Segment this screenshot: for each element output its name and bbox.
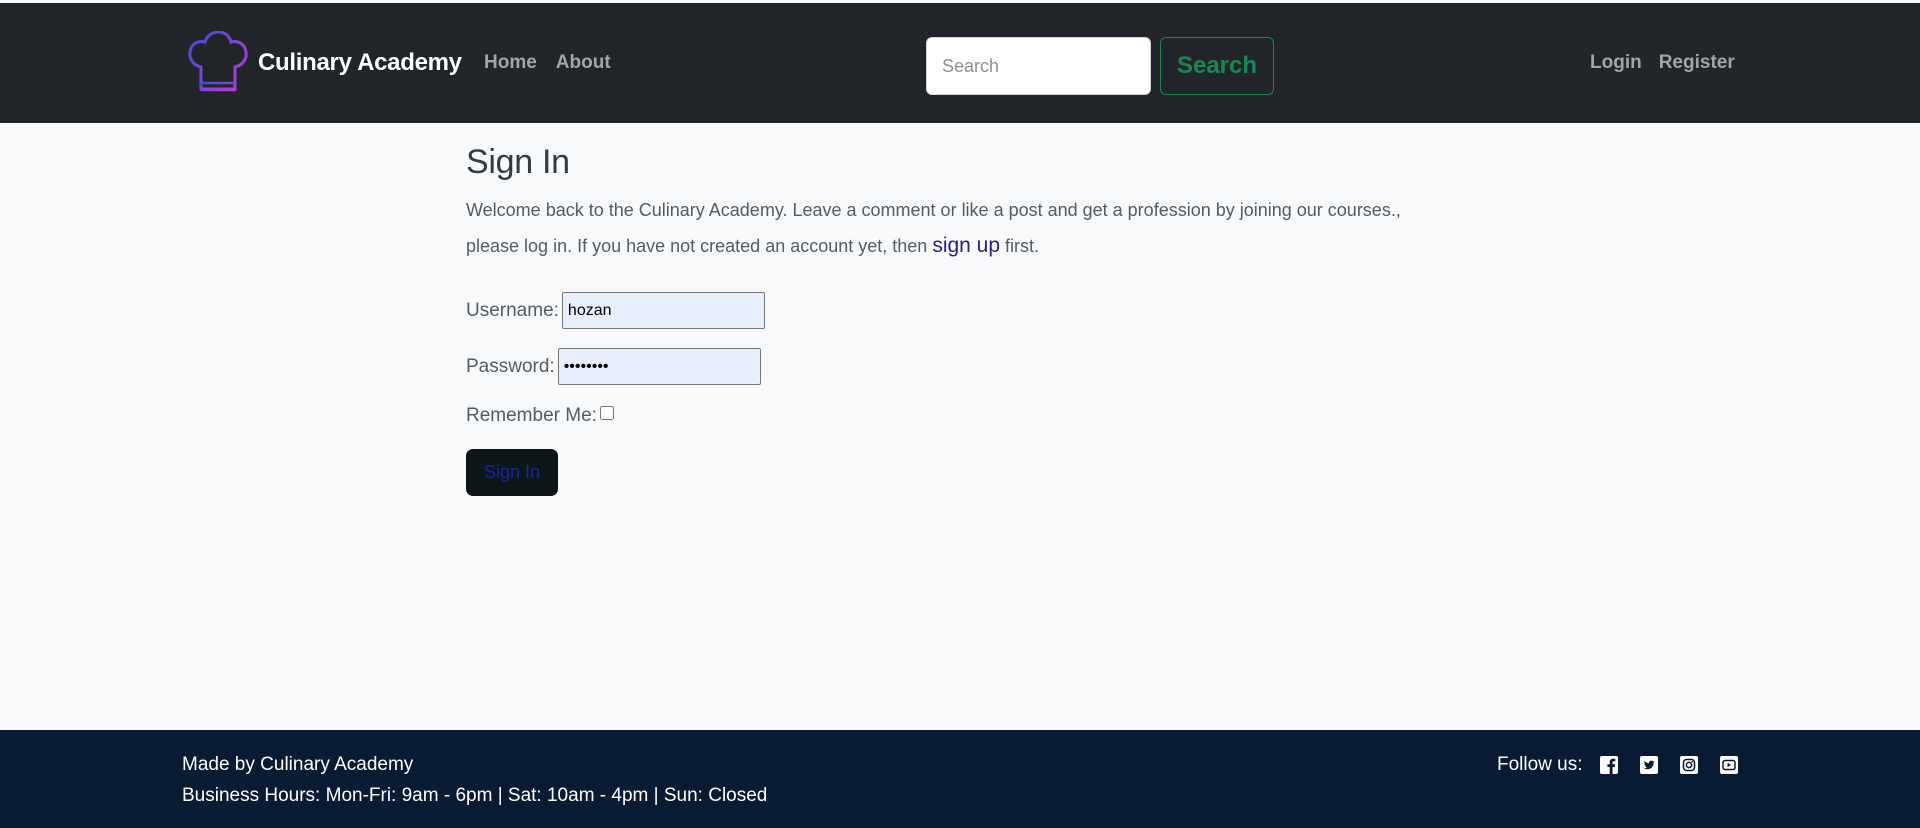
twitter-icon[interactable] xyxy=(1639,755,1659,775)
sign-in-button[interactable]: Sign In xyxy=(466,449,558,496)
brand[interactable]: Culinary Academy xyxy=(187,31,462,95)
password-row: Password: xyxy=(466,348,1466,385)
brand-name: Culinary Academy xyxy=(258,49,462,76)
username-label: Username: xyxy=(466,299,559,321)
instagram-icon[interactable] xyxy=(1679,755,1699,775)
search-input[interactable] xyxy=(926,37,1151,95)
nav-login-link[interactable]: Login xyxy=(1590,52,1642,74)
main-nav: Home About xyxy=(484,52,611,74)
facebook-icon[interactable] xyxy=(1599,755,1619,775)
nav-about-link[interactable]: About xyxy=(556,52,611,74)
follow-us-label: Follow us: xyxy=(1497,754,1583,775)
social-links xyxy=(1599,755,1739,775)
footer: Made by Culinary Academy Business Hours:… xyxy=(0,730,1920,828)
password-label: Password: xyxy=(466,355,555,377)
intro-text: Welcome back to the Culinary Academy. Le… xyxy=(466,192,1456,264)
auth-nav: Login Register xyxy=(1590,52,1735,74)
main-content: Sign In Welcome back to the Culinary Aca… xyxy=(466,123,1466,496)
search-button[interactable]: Search xyxy=(1160,37,1274,95)
follow-us: Follow us: xyxy=(1497,754,1739,776)
remember-me-label: Remember Me: xyxy=(466,405,597,426)
nav-home-link[interactable]: Home xyxy=(484,52,537,74)
navbar: Culinary Academy Home About Search Login… xyxy=(0,3,1920,123)
nav-register-link[interactable]: Register xyxy=(1659,52,1735,74)
password-field[interactable] xyxy=(557,348,761,385)
username-field[interactable] xyxy=(561,292,765,329)
footer-made-by: Made by Culinary Academy xyxy=(182,754,414,775)
remember-row: Remember Me: xyxy=(466,405,1466,427)
sign-in-form: Username: Password: Remember Me: Sign In xyxy=(466,292,1466,496)
footer-business-hours: Business Hours: Mon-Fri: 9am - 6pm | Sat… xyxy=(182,785,768,806)
page-title: Sign In xyxy=(466,143,570,181)
username-row: Username: xyxy=(466,292,1466,329)
remember-me-checkbox[interactable] xyxy=(599,406,614,420)
chef-hat-logo-icon xyxy=(188,31,248,92)
youtube-icon[interactable] xyxy=(1719,755,1739,775)
sign-up-link[interactable]: sign up xyxy=(932,234,1000,257)
intro-text-part2: first. xyxy=(1000,236,1040,256)
